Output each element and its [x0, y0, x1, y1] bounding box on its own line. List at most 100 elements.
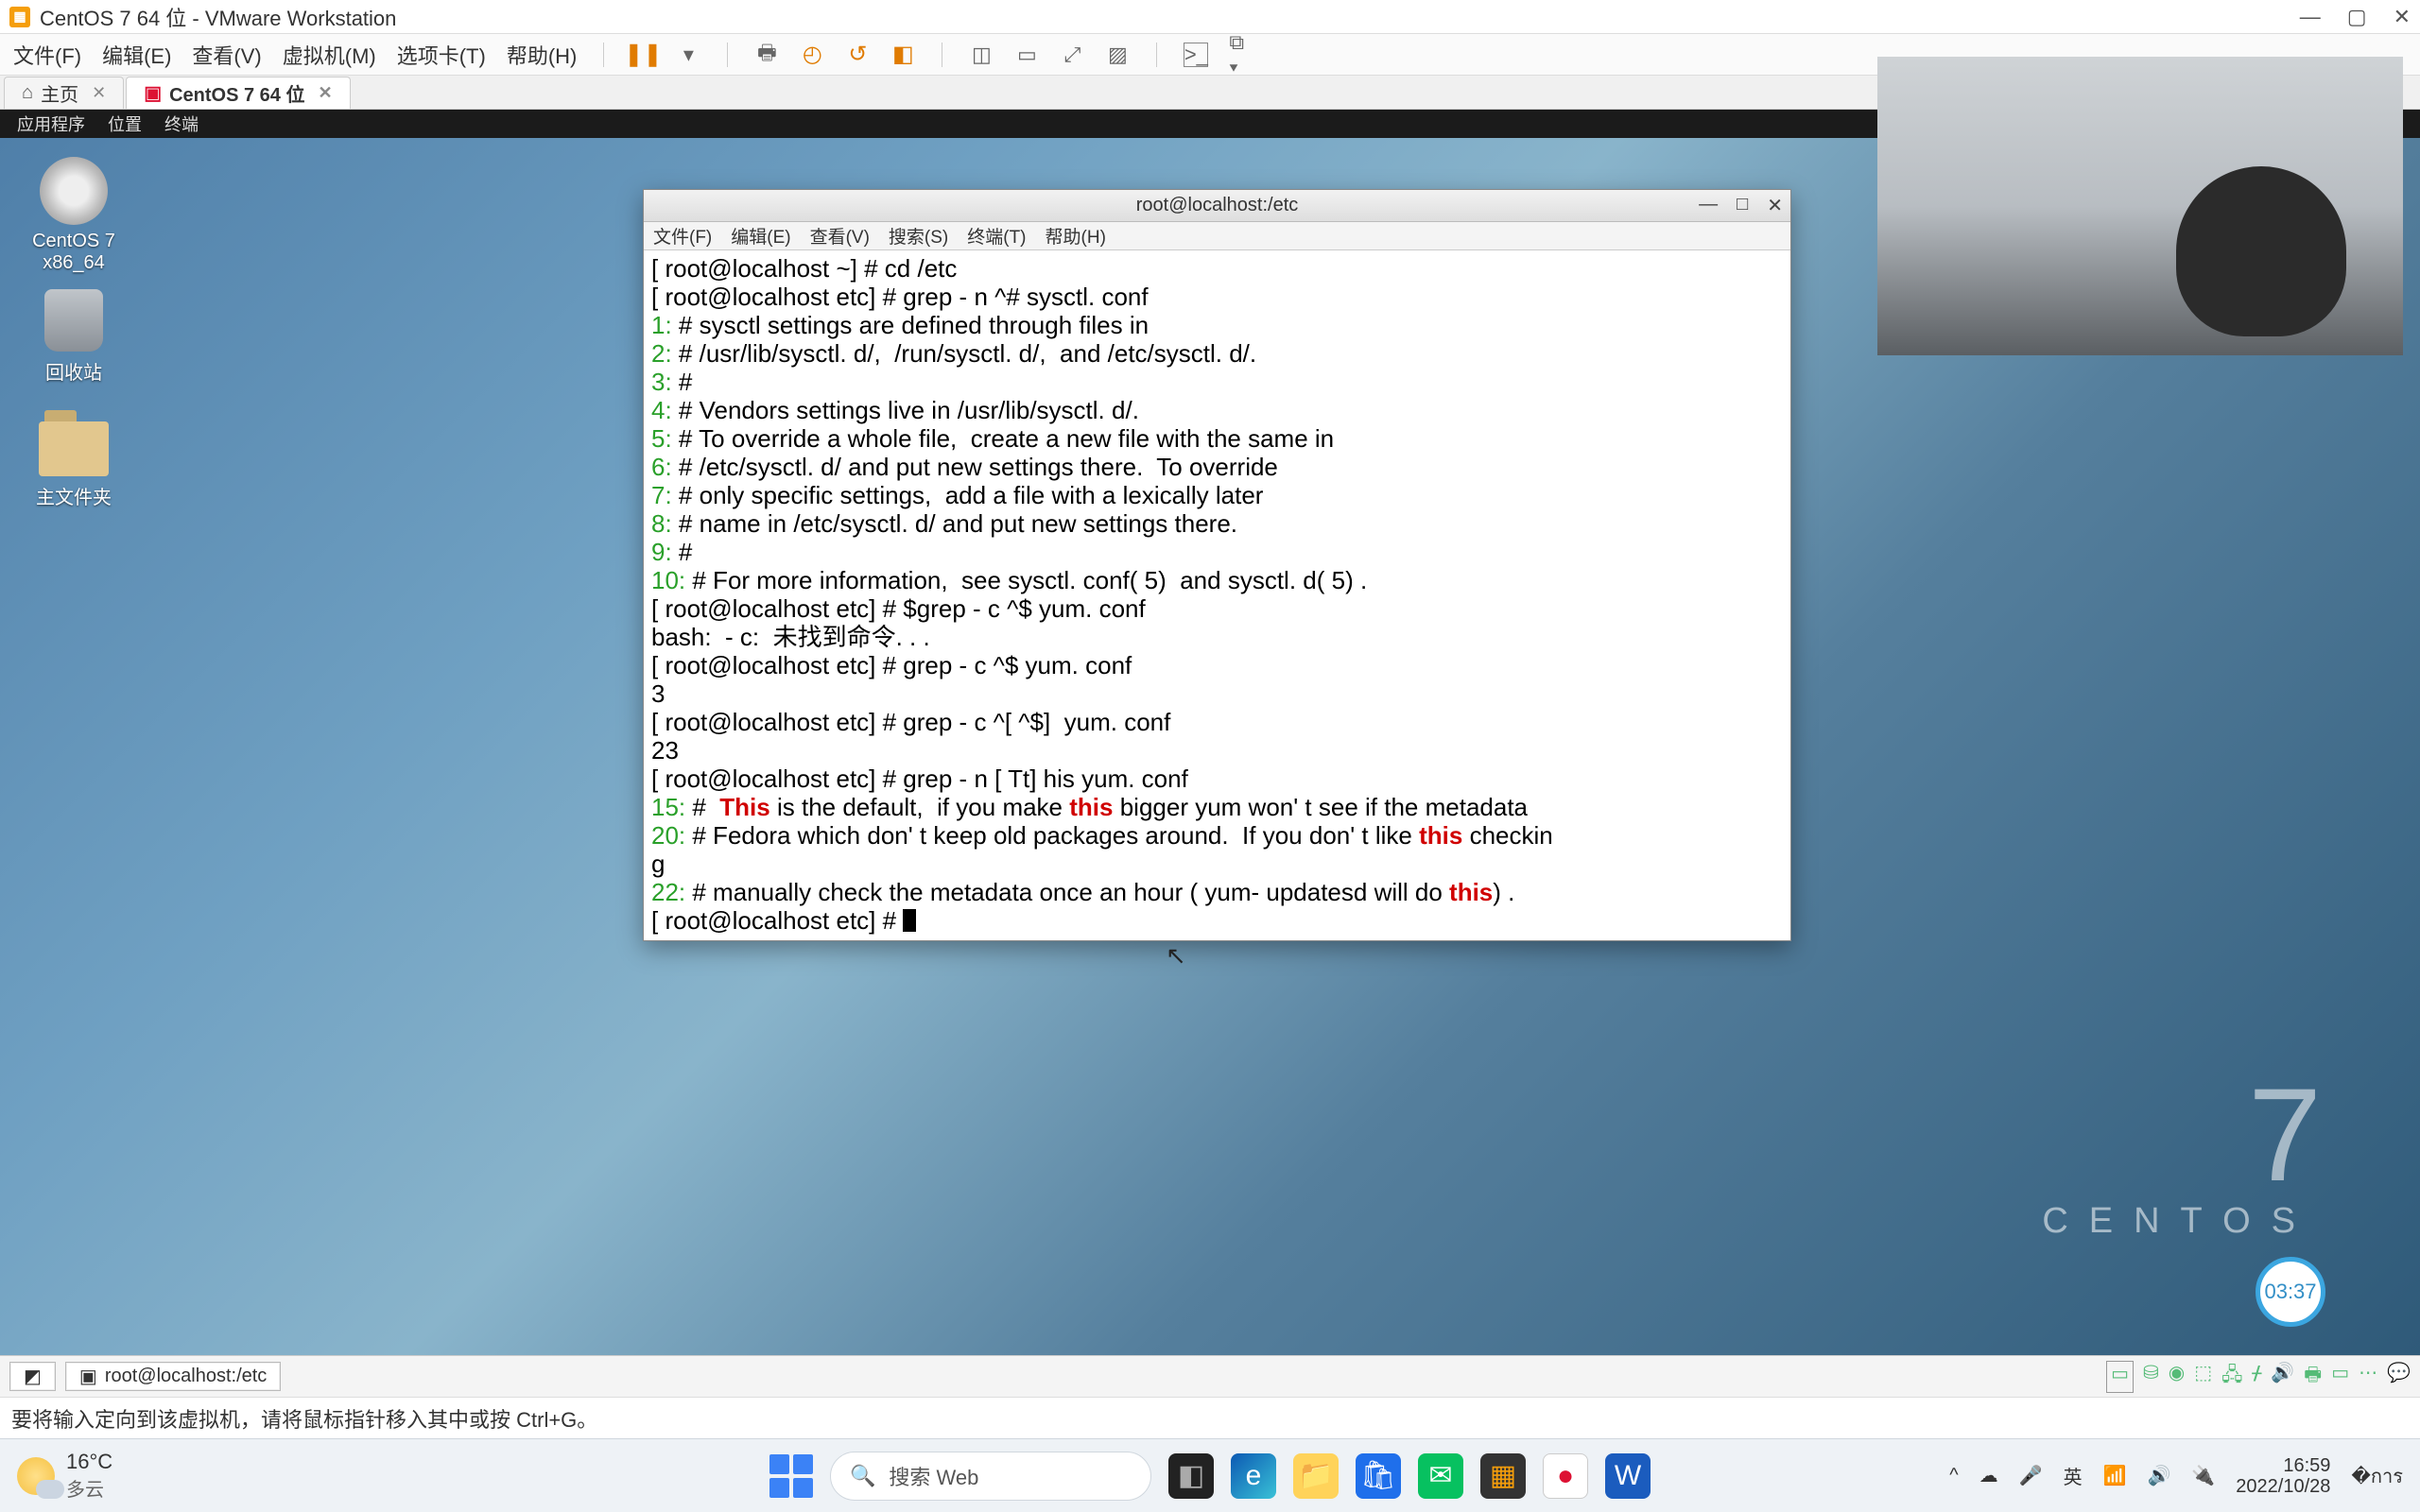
tray-onedrive-icon[interactable]: ☁	[1979, 1464, 1998, 1487]
desktop-icon-home[interactable]: 主文件夹	[17, 421, 130, 509]
term-line: [ root@localhost etc] # $grep - c ^$ yum…	[651, 594, 1146, 623]
gnome-apps-menu[interactable]: 应用程序	[17, 112, 85, 136]
manage-icon[interactable]: ◧	[890, 43, 915, 67]
console-icon[interactable]: >_	[1184, 43, 1208, 67]
dev-floppy-icon[interactable]: ⬚	[2194, 1361, 2212, 1393]
separator	[727, 43, 728, 67]
tray-volume-icon[interactable]: 🔊	[2147, 1464, 2170, 1487]
taskbar-weather[interactable]: 16°C 多云	[17, 1450, 112, 1502]
term-lineno: 20:	[651, 821, 692, 850]
terminal-body[interactable]: [ root@localhost ~] # cd /etc [ root@loc…	[644, 250, 1790, 940]
start-button[interactable]	[769, 1454, 813, 1498]
terminal-title-bar[interactable]: root@localhost:/etc — □ ✕	[644, 190, 1790, 222]
term-text: # Vendors settings live in /usr/lib/sysc…	[679, 396, 1139, 424]
close-tab-icon[interactable]: ✕	[92, 83, 106, 103]
vmware-logo-icon: ▦	[9, 7, 30, 27]
taskview-icon[interactable]: ◧	[1168, 1453, 1214, 1499]
dev-message-icon[interactable]: 💬	[2387, 1361, 2411, 1393]
gnome-show-desktop-button[interactable]: ◩	[9, 1362, 56, 1391]
vm-icon: ▣	[144, 81, 162, 105]
term-line: bash: - c: 未找到命令. . .	[651, 623, 930, 651]
term-text: #	[692, 793, 719, 821]
menu-view[interactable]: 查看(V)	[192, 40, 261, 70]
tray-ime-label[interactable]: 英	[2064, 1462, 2083, 1489]
tray-battery-icon[interactable]: 🔌	[2191, 1464, 2215, 1487]
dropdown-icon[interactable]: ▾	[676, 43, 700, 67]
desktop-icon-trash[interactable]: 回收站	[17, 289, 130, 385]
terminal-window[interactable]: root@localhost:/etc — □ ✕ 文件(F) 编辑(E) 查看…	[643, 189, 1791, 941]
tray-chevron-icon[interactable]: ^	[1949, 1465, 1958, 1486]
dev-more-icon[interactable]: ⋯	[2359, 1361, 2377, 1393]
snapshot-icon[interactable]: 🖶	[754, 43, 779, 67]
terminal-title-text: root@localhost:/etc	[1136, 195, 1299, 216]
term-lineno: 9:	[651, 538, 679, 566]
terminal-maximize-button[interactable]: □	[1737, 194, 1748, 217]
minimize-button[interactable]: —	[2300, 5, 2321, 29]
pause-icon[interactable]: ❚❚	[631, 43, 655, 67]
term-menu-view[interactable]: 查看(V)	[810, 223, 870, 249]
gnome-task-terminal[interactable]: ▣ root@localhost:/etc	[65, 1362, 281, 1391]
vm-device-icons: ▭ ⛁ ◉ ⬚ 🖧 ᚋ 🔊 🖶 ▭ ⋯ 💬	[2106, 1361, 2411, 1393]
desktop-icon-label: CentOS 7 x86_64	[17, 231, 130, 274]
maximize-button[interactable]: ▢	[2347, 5, 2367, 29]
terminal-close-button[interactable]: ✕	[1767, 194, 1783, 217]
edge-icon[interactable]: e	[1231, 1453, 1276, 1499]
tab-home[interactable]: ⌂ 主页 ✕	[4, 77, 124, 109]
gnome-places-menu[interactable]: 位置	[108, 112, 142, 136]
disc-icon	[40, 157, 108, 225]
term-menu-help[interactable]: 帮助(H)	[1046, 223, 1106, 249]
dev-monitor-icon[interactable]: ▭	[2106, 1361, 2134, 1393]
vmware-taskbar-icon[interactable]: ▦	[1480, 1453, 1526, 1499]
dev-printer-icon[interactable]: 🖶	[2304, 1361, 2322, 1393]
clock-icon[interactable]: ◴	[800, 43, 824, 67]
term-text: # sysctl settings are defined through fi…	[679, 311, 1149, 339]
store-icon[interactable]: 🛍	[1356, 1453, 1401, 1499]
close-tab-icon[interactable]: ✕	[318, 83, 332, 103]
home-icon: ⌂	[22, 82, 33, 104]
terminal-minimize-button[interactable]: —	[1699, 194, 1718, 217]
term-lineno: 3:	[651, 368, 679, 396]
dev-net-icon[interactable]: 🖧	[2221, 1361, 2242, 1393]
revert-icon[interactable]: ↺	[845, 43, 870, 67]
menu-edit[interactable]: 编辑(E)	[102, 40, 171, 70]
tray-notification-icon[interactable]: �การ	[2351, 1461, 2403, 1491]
term-text: #	[679, 368, 692, 396]
desktop-icon-disc[interactable]: CentOS 7 x86_64	[17, 157, 130, 274]
vm-hint-bar: 要将输入定向到该虚拟机，请将鼠标指针移入其中或按 Ctrl+G。	[0, 1397, 2420, 1438]
term-menu-search[interactable]: 搜索(S)	[889, 223, 948, 249]
term-menu-file[interactable]: 文件(F)	[653, 223, 712, 249]
dev-usb-icon[interactable]: ᚋ	[2252, 1361, 2261, 1393]
term-lineno: 10:	[651, 566, 692, 594]
tab-centos[interactable]: ▣ CentOS 7 64 位 ✕	[126, 77, 350, 109]
dev-hdd-icon[interactable]: ⛁	[2143, 1361, 2159, 1393]
stretch-icon[interactable]: ⧉ ▾	[1229, 43, 1253, 67]
folder-icon	[39, 421, 109, 476]
wechat-icon[interactable]: ✉	[1418, 1453, 1463, 1499]
menu-help[interactable]: 帮助(H)	[507, 40, 578, 70]
term-menu-edit[interactable]: 编辑(E)	[731, 223, 790, 249]
term-text: g	[651, 850, 665, 878]
unity-icon[interactable]: ▨	[1105, 43, 1130, 67]
menu-vm[interactable]: 虚拟机(M)	[283, 40, 376, 70]
tray-mic-icon[interactable]: 🎤	[2019, 1464, 2043, 1487]
dev-sound-icon[interactable]: 🔊	[2271, 1361, 2294, 1393]
word-icon[interactable]: W	[1605, 1453, 1651, 1499]
term-menu-terminal[interactable]: 终端(T)	[967, 223, 1026, 249]
dev-display-icon[interactable]: ▭	[2331, 1361, 2349, 1393]
layout-icon-1[interactable]: ◫	[969, 43, 994, 67]
fullscreen-icon[interactable]: ⤢	[1060, 43, 1084, 67]
term-line: [ root@localhost etc] # grep - n [ Tt] h…	[651, 765, 1188, 793]
recorder-icon[interactable]: ●	[1543, 1453, 1588, 1499]
gnome-terminal-menu[interactable]: 终端	[164, 112, 199, 136]
menu-tabs[interactable]: 选项卡(T)	[397, 40, 486, 70]
search-icon: 🔍	[850, 1464, 875, 1488]
explorer-icon[interactable]: 📁	[1293, 1453, 1339, 1499]
taskbar-search[interactable]: 🔍 搜索 Web	[830, 1452, 1151, 1501]
tray-clock[interactable]: 16:59 2022/10/28	[2236, 1455, 2330, 1497]
layout-icon-2[interactable]: ▭	[1014, 43, 1039, 67]
tray-wifi-icon[interactable]: 📶	[2103, 1464, 2127, 1487]
menu-file[interactable]: 文件(F)	[13, 40, 81, 70]
term-line: 23	[651, 736, 679, 765]
close-button[interactable]: ✕	[2394, 5, 2411, 29]
dev-cd-icon[interactable]: ◉	[2169, 1361, 2185, 1393]
